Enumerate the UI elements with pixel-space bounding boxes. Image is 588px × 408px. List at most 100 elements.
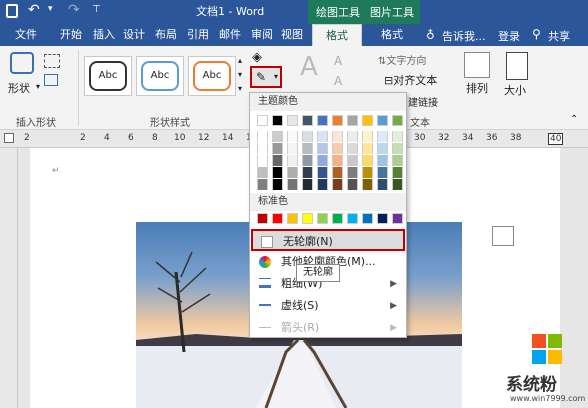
theme-color-swatch[interactable]	[257, 167, 268, 178]
tell-me-box[interactable]: 告诉我...	[442, 28, 486, 44]
theme-color-swatch[interactable]	[347, 155, 358, 166]
arrange-icon[interactable]	[464, 52, 490, 78]
theme-color-swatch[interactable]	[332, 155, 343, 166]
shape-outline-button[interactable]: ✎ ▾	[250, 66, 282, 88]
theme-color-swatch[interactable]	[257, 155, 268, 166]
theme-color-swatch[interactable]	[302, 155, 313, 166]
tab-format-picture[interactable]: 格式	[372, 24, 412, 46]
theme-color-swatch[interactable]	[257, 143, 268, 154]
standard-color-swatch[interactable]	[362, 213, 373, 224]
shapes-dropdown-icon[interactable]: ▾	[36, 82, 40, 91]
undo-dropdown-icon[interactable]: ▾	[48, 4, 53, 14]
create-link-button[interactable]: 建链接	[408, 94, 438, 109]
theme-color-swatch[interactable]	[272, 143, 283, 154]
theme-color-swatch[interactable]	[392, 131, 403, 142]
theme-color-swatch[interactable]	[332, 131, 343, 142]
theme-color-swatch[interactable]	[272, 131, 283, 142]
text-outline-icon[interactable]: A	[334, 74, 342, 88]
text-direction-button[interactable]: ⇅文字方向	[378, 52, 426, 67]
fill-bucket-icon[interactable]: ◈	[252, 50, 262, 65]
theme-color-swatch[interactable]	[287, 179, 298, 190]
size-icon[interactable]	[506, 52, 528, 80]
scroll-down-icon[interactable]: ▾	[238, 70, 242, 79]
collapse-ribbon-icon[interactable]: ⌃	[570, 114, 578, 125]
theme-color-swatch[interactable]	[332, 167, 343, 178]
shapes-icon[interactable]	[10, 52, 34, 74]
login-link[interactable]: 登录	[498, 28, 520, 44]
theme-color-swatch[interactable]	[272, 115, 283, 126]
theme-color-swatch[interactable]	[287, 143, 298, 154]
theme-color-swatch[interactable]	[392, 115, 403, 126]
theme-color-swatch[interactable]	[302, 131, 313, 142]
theme-color-swatch[interactable]	[377, 143, 388, 154]
tab-layout[interactable]: 布局	[152, 24, 180, 46]
text-box-icon[interactable]	[44, 74, 58, 86]
theme-color-swatch[interactable]	[377, 167, 388, 178]
theme-color-swatch[interactable]	[362, 155, 373, 166]
theme-color-swatch[interactable]	[392, 155, 403, 166]
theme-color-swatch[interactable]	[377, 155, 388, 166]
theme-color-swatch[interactable]	[392, 167, 403, 178]
tab-home[interactable]: 开始	[56, 24, 86, 46]
standard-color-swatch[interactable]	[287, 213, 298, 224]
more-styles-icon[interactable]: ▾	[238, 84, 242, 93]
theme-color-swatch[interactable]	[362, 115, 373, 126]
vertical-ruler[interactable]	[0, 148, 18, 408]
theme-color-swatch[interactable]	[377, 115, 388, 126]
theme-color-swatch[interactable]	[257, 115, 268, 126]
theme-color-swatch[interactable]	[347, 179, 358, 190]
theme-color-swatch[interactable]	[257, 179, 268, 190]
theme-color-swatch[interactable]	[392, 143, 403, 154]
theme-color-swatch[interactable]	[287, 167, 298, 178]
theme-color-swatch[interactable]	[287, 115, 298, 126]
customize-toolbar-icon[interactable]: ⊤	[92, 4, 101, 15]
shape-style-1[interactable]: Abc	[84, 56, 132, 96]
tab-review[interactable]: 审阅	[248, 24, 276, 46]
text-fill-icon[interactable]: A	[334, 54, 342, 68]
theme-color-swatch[interactable]	[287, 131, 298, 142]
theme-color-swatch[interactable]	[332, 179, 343, 190]
theme-color-swatch[interactable]	[317, 167, 328, 178]
align-text-button[interactable]: ⊟对齐文本	[384, 72, 437, 88]
shape-style-3[interactable]: Abc	[188, 56, 236, 96]
arrange-button[interactable]: 排列	[466, 80, 488, 96]
tab-format-drawing[interactable]: 格式	[312, 24, 362, 46]
standard-color-swatch[interactable]	[317, 213, 328, 224]
undo-icon[interactable]: ↶	[28, 2, 40, 18]
theme-color-swatch[interactable]	[362, 167, 373, 178]
theme-color-swatch[interactable]	[302, 167, 313, 178]
tab-view[interactable]: 视图	[278, 24, 306, 46]
dashes-item[interactable]: 虚线(S) ▶	[251, 295, 405, 317]
theme-color-swatch[interactable]	[302, 179, 313, 190]
theme-color-swatch[interactable]	[332, 115, 343, 126]
theme-color-swatch[interactable]	[377, 131, 388, 142]
theme-color-swatch[interactable]	[272, 155, 283, 166]
no-outline-item[interactable]: 无轮廓(N)	[251, 229, 405, 251]
theme-color-swatch[interactable]	[347, 167, 358, 178]
theme-color-swatch[interactable]	[302, 115, 313, 126]
theme-color-swatch[interactable]	[287, 155, 298, 166]
shape-style-2[interactable]: Abc	[136, 56, 184, 96]
size-button[interactable]: 大小	[504, 82, 526, 98]
standard-color-swatch[interactable]	[332, 213, 343, 224]
tab-references[interactable]: 引用	[184, 24, 212, 46]
theme-color-swatch[interactable]	[317, 143, 328, 154]
theme-color-swatch[interactable]	[362, 143, 373, 154]
standard-color-swatch[interactable]	[302, 213, 313, 224]
save-icon[interactable]	[6, 4, 18, 18]
tab-insert[interactable]: 插入	[90, 24, 118, 46]
theme-color-swatch[interactable]	[317, 179, 328, 190]
arrows-item[interactable]: 箭头(R) ▶	[251, 317, 405, 339]
theme-color-swatch[interactable]	[272, 179, 283, 190]
theme-color-swatch[interactable]	[317, 155, 328, 166]
theme-color-swatch[interactable]	[362, 179, 373, 190]
tab-file[interactable]: 文件	[8, 24, 44, 46]
theme-color-swatch[interactable]	[362, 131, 373, 142]
theme-color-swatch[interactable]	[347, 131, 358, 142]
theme-color-swatch[interactable]	[377, 179, 388, 190]
standard-color-swatch[interactable]	[392, 213, 403, 224]
redo-icon[interactable]: ↷	[68, 2, 80, 18]
standard-color-swatch[interactable]	[257, 213, 268, 224]
theme-color-swatch[interactable]	[392, 179, 403, 190]
theme-color-swatch[interactable]	[347, 143, 358, 154]
